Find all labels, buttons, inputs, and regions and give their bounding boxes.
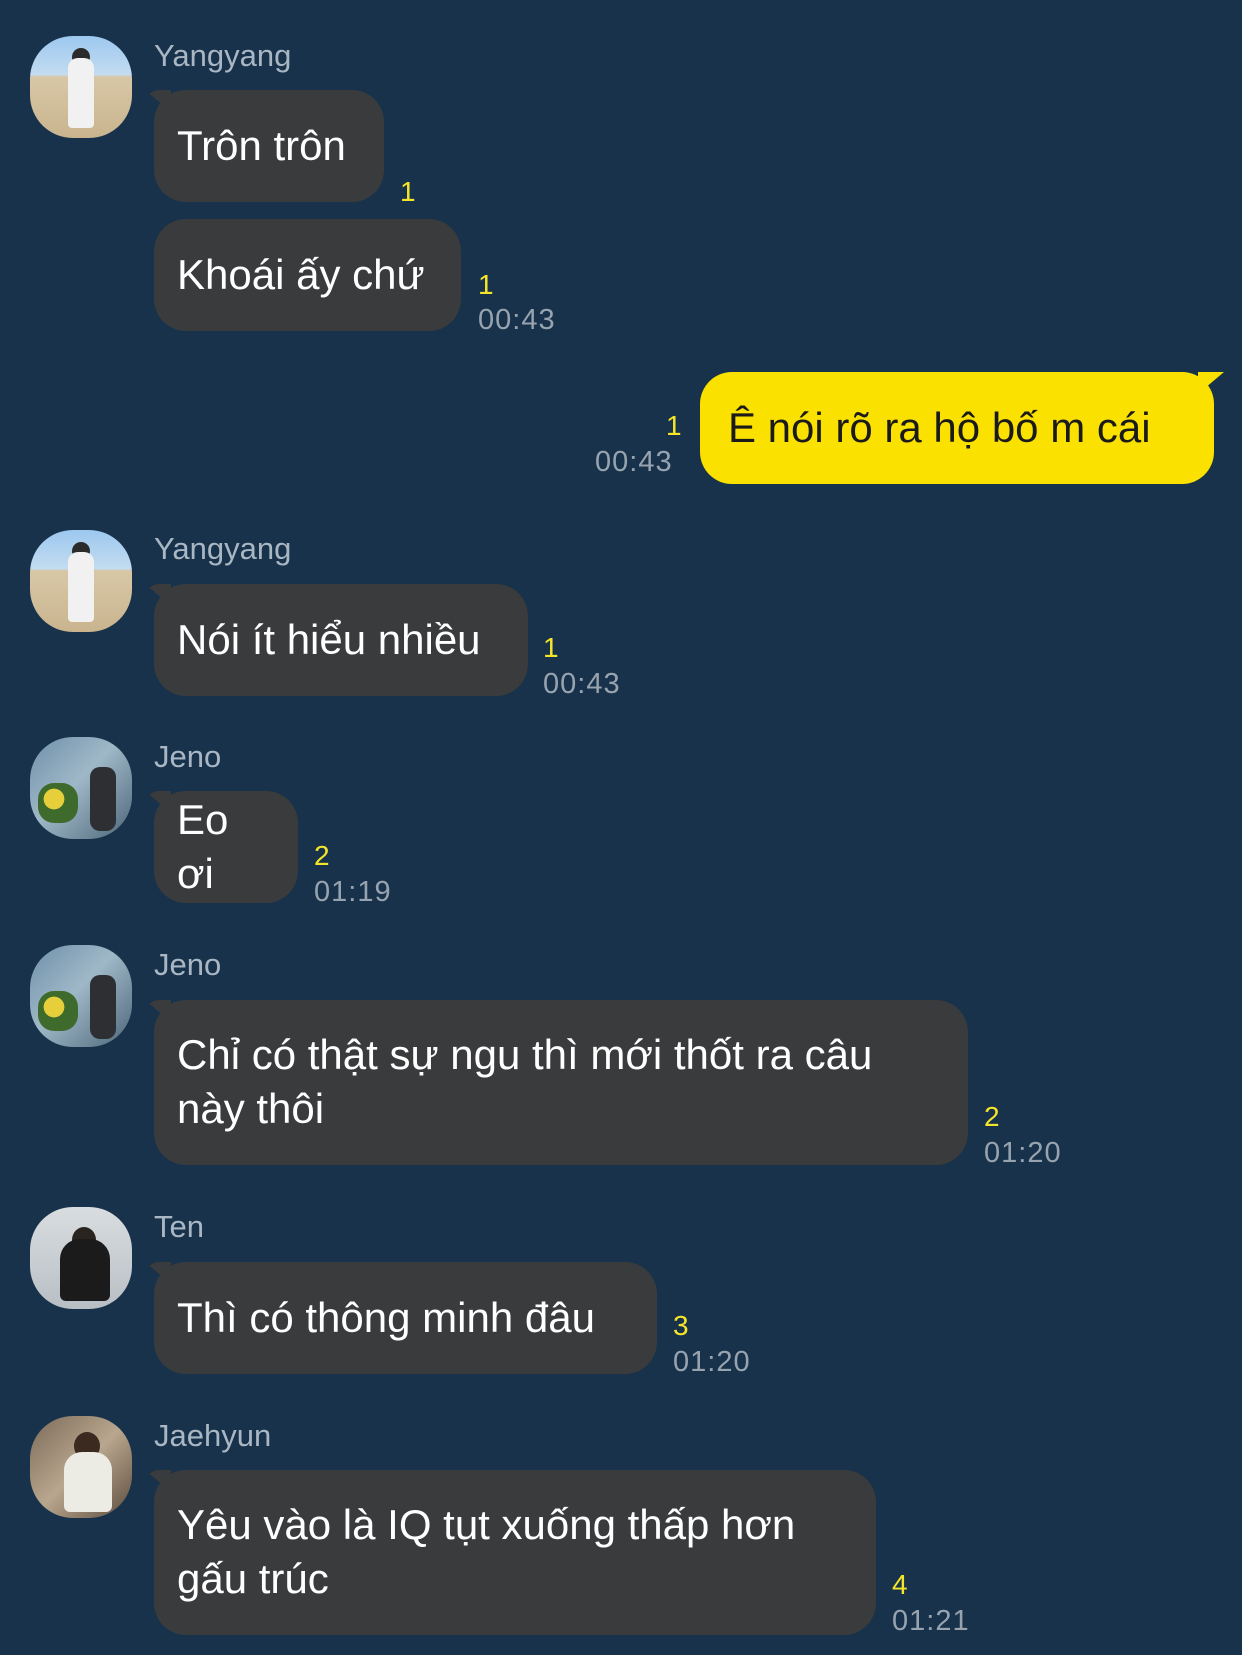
sender-name: Yangyang [154, 38, 292, 73]
unread-count: 1 [478, 269, 494, 300]
message-bubble[interactable]: Eo ơi [154, 791, 298, 903]
message-bubble[interactable]: Yêu vào là IQ tụt xuống thấp hơn gấu trú… [154, 1470, 876, 1635]
avatar-jeno[interactable] [30, 945, 132, 1047]
message-text: Trôn trôn [177, 122, 346, 169]
timestamp: 00:43 [478, 304, 556, 336]
message-bubble[interactable]: Trôn trôn [154, 90, 384, 202]
timestamp: 01:19 [314, 876, 392, 908]
avatar-ten[interactable] [30, 1207, 132, 1309]
message-text: Chỉ có thật sự ngu thì mới thốt ra câu n… [177, 1031, 873, 1132]
sender-name: Jeno [154, 947, 222, 982]
message-text: Ê nói rõ ra hộ bố m cái [728, 404, 1151, 451]
message-bubble[interactable]: Chỉ có thật sự ngu thì mới thốt ra câu n… [154, 1000, 968, 1165]
message-text: Nói ít hiểu nhiều [177, 616, 481, 663]
message-bubble[interactable]: Khoái ấy chứ [154, 219, 461, 331]
unread-count: 2 [984, 1101, 1000, 1132]
message-text: Eo ơi [177, 796, 229, 897]
message-text: Thì có thông minh đâu [177, 1294, 595, 1341]
sender-name: Jaehyun [154, 1418, 272, 1453]
avatar-yangyang[interactable] [30, 36, 132, 138]
unread-count: 2 [314, 840, 330, 871]
message-bubble[interactable]: Nói ít hiểu nhiều [154, 584, 528, 696]
timestamp: 00:43 [595, 446, 673, 478]
timestamp: 00:43 [543, 668, 621, 700]
unread-count: 4 [892, 1569, 908, 1600]
message-bubble[interactable]: Thì có thông minh đâu [154, 1262, 657, 1374]
avatar-jeno[interactable] [30, 737, 132, 839]
my-message-bubble[interactable]: Ê nói rõ ra hộ bố m cái [700, 372, 1214, 484]
sender-name: Jeno [154, 739, 222, 774]
avatar-jaehyun[interactable] [30, 1416, 132, 1518]
unread-count: 1 [543, 632, 559, 663]
sender-name: Ten [154, 1209, 204, 1244]
unread-count: 1 [400, 176, 416, 207]
avatar-yangyang[interactable] [30, 530, 132, 632]
message-text: Khoái ấy chứ [177, 251, 425, 298]
sender-name: Yangyang [154, 531, 292, 566]
timestamp: 01:20 [673, 1346, 751, 1378]
message-text: Yêu vào là IQ tụt xuống thấp hơn gấu trú… [177, 1501, 796, 1602]
unread-count: 1 [666, 410, 682, 441]
timestamp: 01:21 [892, 1605, 970, 1637]
timestamp: 01:20 [984, 1137, 1062, 1169]
unread-count: 3 [673, 1310, 689, 1341]
